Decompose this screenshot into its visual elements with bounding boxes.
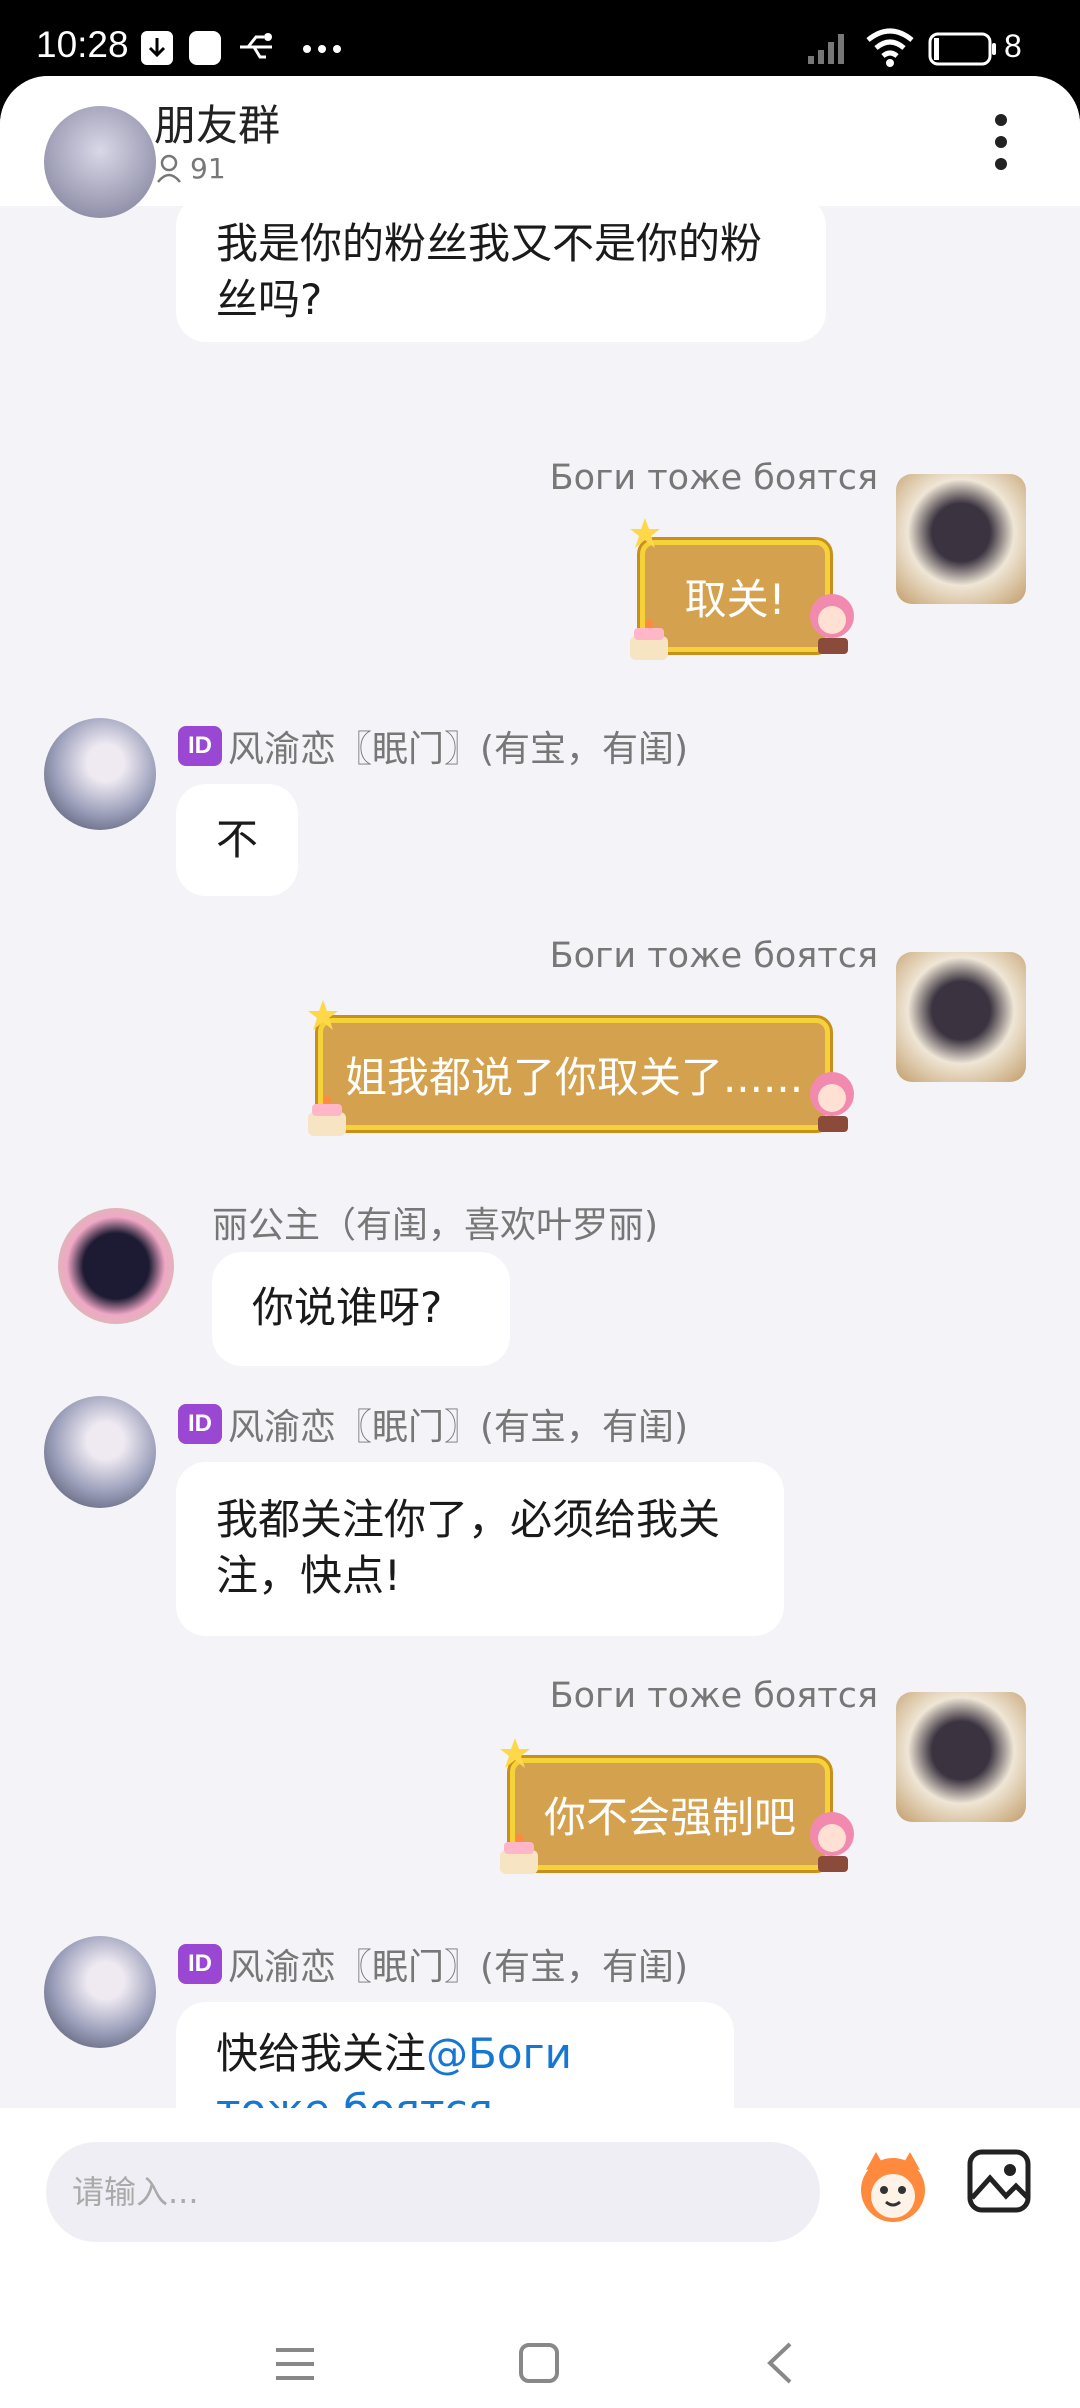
- message-text: 我都关注你了，必须给我关注，快点!: [216, 1495, 721, 1600]
- person-icon: [157, 154, 181, 183]
- message-text: 姐我都说了你取关了......: [344, 1052, 804, 1102]
- message-bubble[interactable]: 我是你的粉丝我又不是你的粉丝吗?: [176, 196, 826, 342]
- download-icon: [141, 31, 173, 65]
- app-icon: [189, 31, 221, 65]
- message-bubble[interactable]: 你说谁呀?: [212, 1252, 510, 1366]
- more-vertical-icon[interactable]: [986, 112, 1016, 172]
- input-area: [0, 2108, 1080, 2408]
- avatar[interactable]: [896, 1692, 1026, 1822]
- avatar[interactable]: [44, 718, 156, 830]
- message-text: 取关!: [684, 574, 786, 624]
- signal-icon: [808, 34, 844, 64]
- message-bubble[interactable]: 姐我都说了你取关了......: [318, 1018, 830, 1130]
- message-text: 不: [216, 815, 259, 864]
- battery-icon: [928, 32, 996, 66]
- home-icon[interactable]: [518, 2342, 560, 2384]
- status-time: 10:28: [36, 24, 129, 65]
- message-text: 我是你的粉丝我又不是你的粉丝吗?: [216, 219, 763, 324]
- character-decoration-icon: [810, 594, 854, 654]
- sender-name-row: ID 风渝恋〖眠门〗(有宝，有闺): [178, 1398, 688, 1450]
- member-count-value: 91: [190, 152, 226, 185]
- avatar[interactable]: [58, 1208, 174, 1324]
- id-badge: ID: [178, 726, 222, 766]
- wifi-icon: [866, 28, 914, 67]
- sender-name-row: ID 风渝恋〖眠门〗(有宝，有闺): [178, 720, 688, 772]
- usb-icon: [240, 33, 272, 59]
- sender-name-row: ID 风渝恋〖眠门〗(有宝，有闺): [178, 1938, 688, 1990]
- sender-name: 丽公主（有闺，喜欢叶罗丽): [212, 1205, 659, 1246]
- message-text: 你不会强制吧: [543, 1792, 796, 1842]
- sender-name: 风渝恋〖眠门〗(有宝，有闺): [228, 729, 689, 770]
- id-badge: ID: [178, 1404, 222, 1444]
- cake-decoration-icon: [630, 620, 668, 660]
- chat-screen: 朋友群 91 我是你的粉丝我又不是你的粉丝吗? Боги тоже боятся…: [0, 76, 1080, 2408]
- id-badge: ID: [178, 1944, 222, 1984]
- emoji-icon[interactable]: [852, 2146, 934, 2228]
- battery-level: 8: [1004, 28, 1022, 64]
- chat-header: 朋友群 91: [0, 76, 1080, 206]
- character-decoration-icon: [810, 1072, 854, 1132]
- cake-decoration-icon: [500, 1834, 538, 1874]
- sender-name: Боги тоже боятся: [549, 1676, 878, 1716]
- message-text-prefix: 快给我关注: [216, 2029, 427, 2078]
- message-bubble[interactable]: 你不会强制吧: [510, 1758, 830, 1870]
- group-title: 朋友群: [154, 101, 281, 150]
- message-text: 你说谁呀?: [252, 1283, 443, 1332]
- sender-name: 风渝恋〖眠门〗(有宝，有闺): [228, 1947, 689, 1988]
- avatar[interactable]: [44, 1396, 156, 1508]
- star-decoration-icon: [500, 1738, 530, 1768]
- cake-decoration-icon: [308, 1096, 346, 1136]
- menu-icon[interactable]: [272, 2344, 318, 2384]
- nav-back-icon[interactable]: [764, 2340, 796, 2386]
- member-count[interactable]: 91: [156, 152, 226, 185]
- more-notifications-icon: [303, 45, 341, 53]
- image-icon[interactable]: [966, 2148, 1032, 2214]
- message-input[interactable]: [46, 2142, 820, 2242]
- message-bubble[interactable]: 我都关注你了，必须给我关注，快点!: [176, 1462, 784, 1636]
- avatar[interactable]: [896, 952, 1026, 1082]
- sender-name: 风渝恋〖眠门〗(有宝，有闺): [228, 1407, 689, 1448]
- star-decoration-icon: [630, 518, 660, 548]
- character-decoration-icon: [810, 1812, 854, 1872]
- avatar[interactable]: [896, 474, 1026, 604]
- sender-name: Боги тоже боятся: [549, 458, 878, 498]
- message-list[interactable]: 我是你的粉丝我又不是你的粉丝吗? Боги тоже боятся 取关! ID…: [0, 106, 1080, 2166]
- avatar[interactable]: [44, 106, 156, 218]
- star-decoration-icon: [308, 1000, 338, 1030]
- sender-name: Боги тоже боятся: [549, 936, 878, 976]
- avatar[interactable]: [44, 1936, 156, 2048]
- message-bubble[interactable]: 不: [176, 784, 298, 896]
